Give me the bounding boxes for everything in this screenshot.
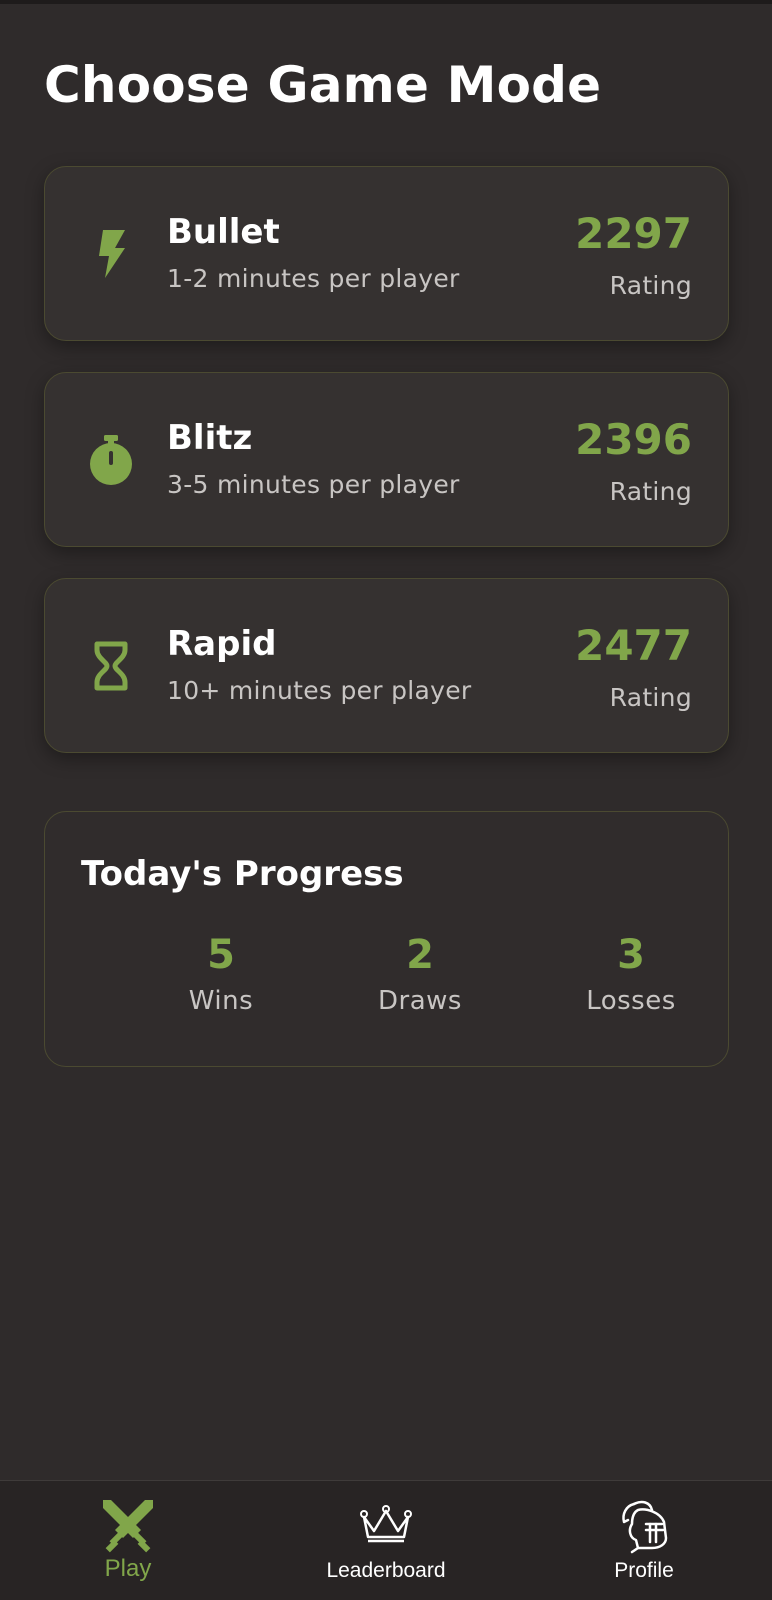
mode-card-bullet[interactable]: Bullet 1-2 minutes per player 2297 Ratin… xyxy=(44,166,729,341)
mode-rating-label: Rating xyxy=(609,683,692,712)
stat-value: 3 xyxy=(617,932,645,978)
mode-name: Blitz xyxy=(167,418,253,458)
stat-losses: 3 Losses xyxy=(531,932,731,1016)
mode-name: Rapid xyxy=(167,624,277,664)
hourglass-icon xyxy=(81,636,141,696)
mode-description: 3-5 minutes per player xyxy=(167,470,460,499)
mode-card-blitz[interactable]: Blitz 3-5 minutes per player 2396 Rating xyxy=(44,372,729,547)
nav-item-play[interactable]: Play xyxy=(8,1481,248,1600)
stat-value: 2 xyxy=(406,932,434,978)
app-screen: Choose Game Mode Bullet 1-2 minutes per … xyxy=(0,0,772,1600)
crown-icon xyxy=(356,1495,416,1555)
knight-helmet-icon xyxy=(614,1495,674,1555)
mode-description: 10+ minutes per player xyxy=(167,676,472,705)
bottom-nav: Play Leaderboard Profile xyxy=(0,1480,772,1600)
nav-item-leaderboard[interactable]: Leaderboard xyxy=(266,1481,506,1600)
stat-label: Draws xyxy=(378,986,462,1016)
stat-wins: 5 Wins xyxy=(121,932,321,1016)
mode-description: 1-2 minutes per player xyxy=(167,264,460,293)
mode-rating-value: 2297 xyxy=(575,209,692,258)
page-title: Choose Game Mode xyxy=(44,56,602,114)
crossed-swords-icon xyxy=(98,1495,158,1555)
progress-card: Today's Progress 5 Wins 2 Draws 3 Losses xyxy=(44,811,729,1067)
mode-name: Bullet xyxy=(167,212,280,252)
stat-draws: 2 Draws xyxy=(320,932,520,1016)
stat-value: 5 xyxy=(207,932,235,978)
mode-card-rapid[interactable]: Rapid 10+ minutes per player 2477 Rating xyxy=(44,578,729,753)
mode-rating-label: Rating xyxy=(609,477,692,506)
mode-rating-value: 2477 xyxy=(575,621,692,670)
nav-label: Profile xyxy=(614,1559,674,1582)
nav-label: Leaderboard xyxy=(326,1559,446,1582)
lightning-bolt-icon xyxy=(81,224,141,284)
mode-rating-label: Rating xyxy=(609,271,692,300)
nav-label: Play xyxy=(104,1555,152,1582)
stat-label: Losses xyxy=(586,986,676,1016)
stat-label: Wins xyxy=(188,986,254,1016)
progress-title: Today's Progress xyxy=(81,854,404,894)
nav-item-profile[interactable]: Profile xyxy=(524,1481,764,1600)
mode-rating-value: 2396 xyxy=(575,415,692,464)
stopwatch-icon xyxy=(81,430,141,490)
